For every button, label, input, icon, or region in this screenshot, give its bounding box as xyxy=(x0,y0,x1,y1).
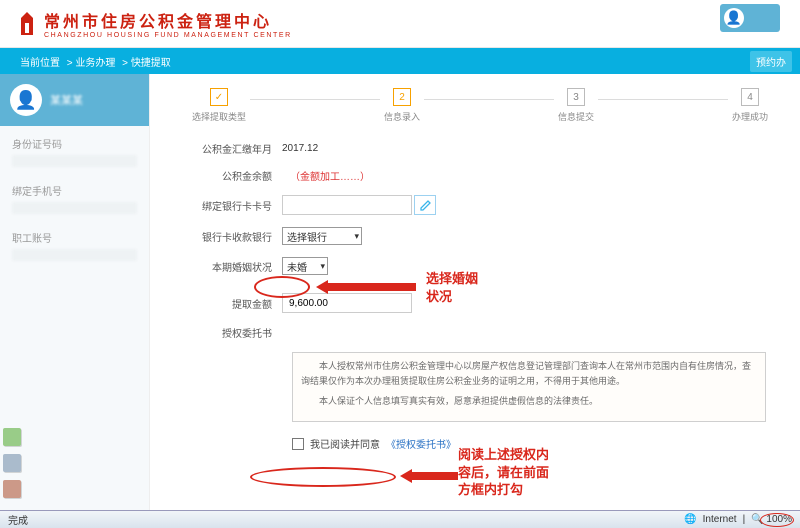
avatar-icon: 👤 xyxy=(10,84,42,116)
annotation-circle-agree xyxy=(250,467,396,487)
label-auth: 授权委托书 xyxy=(186,325,282,340)
label-marital: 本期婚姻状况 xyxy=(186,259,282,274)
side-value-id xyxy=(12,155,137,167)
org-name-en: CHANGZHOU HOUSING FUND MANAGEMENT CENTER xyxy=(44,32,292,39)
annotation-text-agree: 阅读上述授权内 容后，请在前面 方框内打勾 xyxy=(458,446,549,499)
edit-icon[interactable] xyxy=(414,195,436,215)
status-sep: | xyxy=(743,514,746,525)
main-panel: ✓选择提取类型 2信息录入 3信息提交 4办理成功 公积金汇缴年月2017.12… xyxy=(150,74,800,514)
label-amount: 提取金额 xyxy=(186,296,282,311)
step-3: 3信息提交 xyxy=(558,88,594,123)
dock-icon[interactable] xyxy=(3,428,21,446)
status-net: Internet xyxy=(703,514,737,525)
org-name-cn: 常州市住房公积金管理中心 xyxy=(44,8,292,32)
marital-select[interactable]: 未婚 xyxy=(282,257,328,275)
annotation-circle-zoom xyxy=(760,513,794,527)
avatar-icon: 👤 xyxy=(724,8,744,28)
label-balance: 公积金余额 xyxy=(186,168,282,183)
globe-icon: 🌐 xyxy=(684,514,696,525)
auth-textarea[interactable]: 本人授权常州市住房公积金管理中心以房屋产权信息登记管理部门查询本人在常州市范围内… xyxy=(292,352,766,422)
label-card: 绑定银行卡卡号 xyxy=(186,198,282,213)
dock-icons xyxy=(0,428,24,498)
side-label-phone: 绑定手机号 xyxy=(0,173,149,200)
status-done: 完成 xyxy=(8,512,28,527)
balance-hint: （金额加工……） xyxy=(290,168,370,183)
user-name: 某某某 xyxy=(50,92,83,108)
nav-band: 当前位置 > 业务办理 > 快捷提取 预约办 xyxy=(0,48,800,74)
annotation-text-marital: 选择婚姻 状况 xyxy=(426,270,478,305)
agree-link[interactable]: 《授权委托书》 xyxy=(386,436,456,451)
side-label-id: 身份证号码 xyxy=(0,126,149,153)
side-value-acct xyxy=(12,249,137,261)
card-input[interactable] xyxy=(282,195,412,215)
annotation-arrow-agree xyxy=(400,469,458,483)
status-bar: 完成 🌐 Internet | 🔍 100% xyxy=(0,510,800,528)
side-label-acct: 职工账号 xyxy=(0,220,149,247)
logo-icon xyxy=(18,11,36,37)
step-4: 4办理成功 xyxy=(732,88,768,123)
amount-input[interactable] xyxy=(282,293,412,313)
label-bank: 银行卡收款银行 xyxy=(186,229,282,244)
agree-text: 我已阅读并同意 xyxy=(310,436,380,451)
app-header: 常州市住房公积金管理中心 CHANGZHOU HOUSING FUND MANA… xyxy=(0,0,800,48)
annotation-arrow-marital xyxy=(316,280,416,294)
dock-icon[interactable] xyxy=(3,454,21,472)
dock-icon[interactable] xyxy=(3,480,21,498)
step-2: 2信息录入 xyxy=(384,88,420,123)
step-1: ✓选择提取类型 xyxy=(192,88,246,123)
label-month: 公积金汇缴年月 xyxy=(186,141,282,156)
side-value-phone xyxy=(12,202,137,214)
reserve-button[interactable]: 预约办 xyxy=(750,51,792,72)
agree-checkbox[interactable] xyxy=(292,438,304,450)
step-indicator: ✓选择提取类型 2信息录入 3信息提交 4办理成功 xyxy=(192,88,768,123)
bank-select[interactable]: 选择银行 xyxy=(282,227,362,245)
value-month: 2017.12 xyxy=(282,143,318,154)
user-menu[interactable]: 👤 xyxy=(720,4,780,32)
user-card: 👤 某某某 xyxy=(0,74,149,126)
breadcrumb: 当前位置 > 业务办理 > 快捷提取 xyxy=(0,48,800,69)
